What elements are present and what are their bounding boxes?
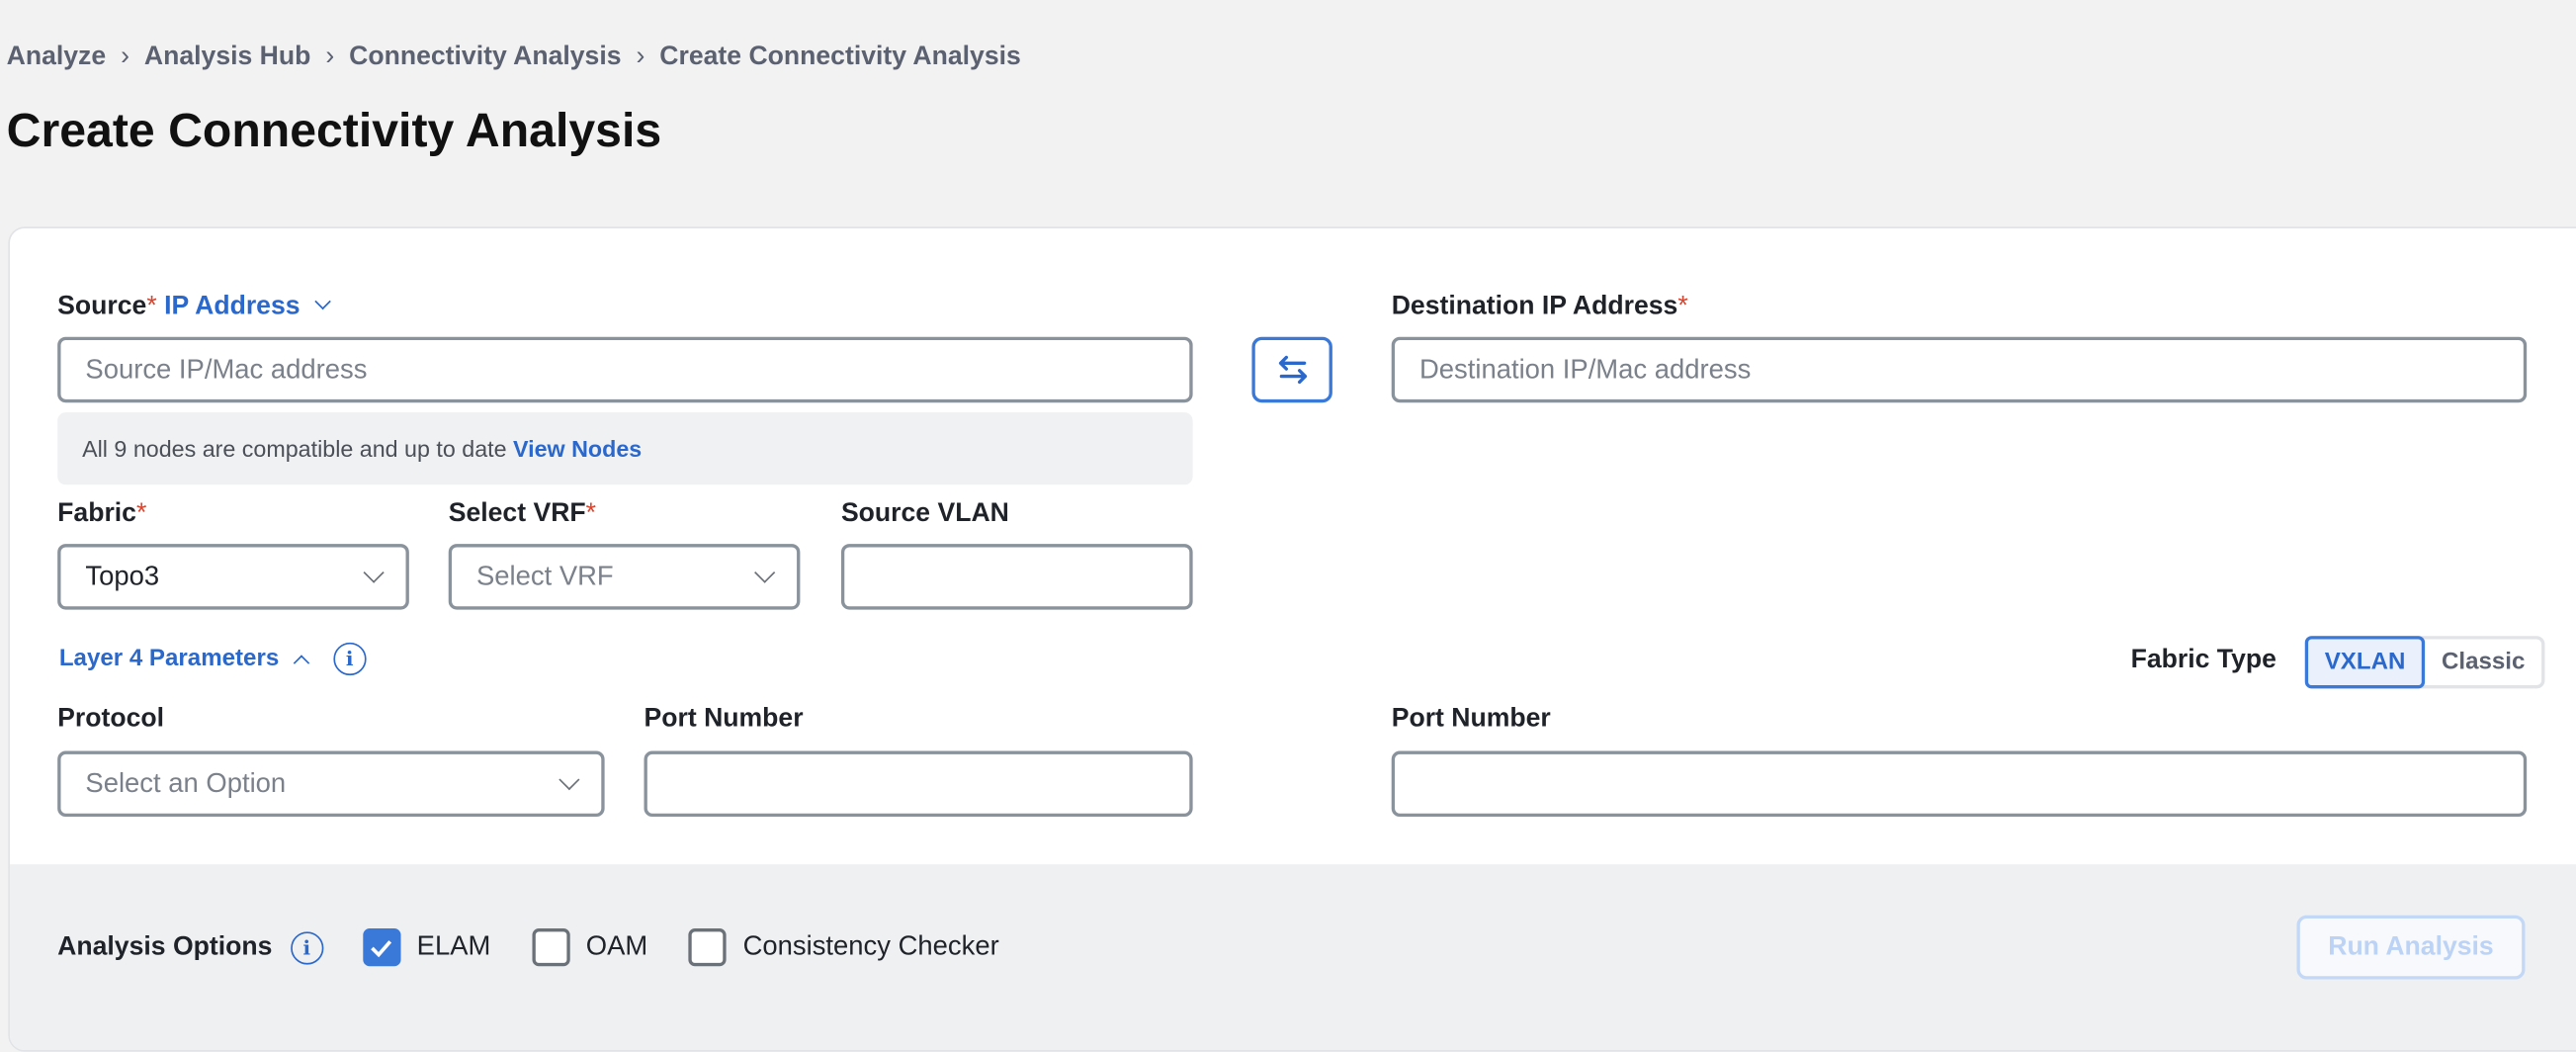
source-vlan-label: Source VLAN	[840, 499, 1009, 528]
protocol-select[interactable]: Select an Option	[57, 750, 605, 818]
source-port-input[interactable]	[644, 750, 1193, 818]
chevron-right-icon: ›	[636, 43, 645, 71]
layer4-toggle[interactable]: Layer 4 Parameters i	[58, 642, 367, 676]
destination-input[interactable]: Destination IP/Mac address	[1391, 336, 2528, 403]
info-icon[interactable]: i	[333, 642, 367, 676]
protocol-label: Protocol	[57, 704, 165, 734]
breadcrumb-current: Create Connectivity Analysis	[659, 43, 1021, 71]
chevron-down-icon	[363, 562, 385, 583]
source-type-dropdown[interactable]: IP Address	[164, 293, 331, 320]
run-analysis-button[interactable]: Run Analysis	[2296, 915, 2526, 980]
info-icon[interactable]: i	[290, 930, 323, 964]
breadcrumb: Analyze › Analysis Hub › Connectivity Anal…	[7, 43, 1021, 72]
fabric-type-vxlan[interactable]: VXLAN	[2304, 636, 2426, 689]
fabric-select[interactable]: Topo3	[57, 544, 409, 610]
checkmark-icon	[371, 939, 392, 957]
fabric-label: Fabric*	[57, 499, 147, 528]
chevron-up-icon	[293, 654, 309, 671]
vrf-label: Select VRF*	[448, 499, 597, 528]
layer4-label: Layer 4 Parameters	[58, 646, 280, 672]
chevron-down-icon	[754, 562, 776, 583]
source-port-label: Port Number	[644, 704, 804, 734]
vrf-select[interactable]: Select VRF	[448, 544, 801, 610]
dest-port-input[interactable]	[1391, 750, 2528, 818]
chevron-right-icon: ›	[121, 43, 129, 71]
analysis-options-label: Analysis Options	[57, 932, 273, 961]
view-nodes-link[interactable]: View Nodes	[513, 435, 642, 462]
swap-button[interactable]	[1251, 336, 1332, 403]
consistency-checker-label: Consistency Checker	[742, 931, 999, 962]
breadcrumb-analyze[interactable]: Analyze	[7, 43, 106, 72]
source-input[interactable]: Source IP/Mac address	[57, 336, 1193, 403]
chevron-right-icon: ›	[325, 43, 335, 71]
source-vlan-input[interactable]	[840, 544, 1193, 610]
breadcrumb-analysis-hub[interactable]: Analysis Hub	[144, 43, 310, 72]
compatibility-info: All 9 nodes are compatible and up to dat…	[57, 412, 1193, 485]
breadcrumb-connectivity-analysis[interactable]: Connectivity Analysis	[349, 43, 621, 72]
fabric-type-classic[interactable]: Classic	[2425, 640, 2541, 686]
dest-port-label: Port Number	[1391, 704, 1551, 734]
elam-checkbox[interactable]	[362, 928, 401, 967]
oam-checkbox[interactable]	[531, 928, 570, 967]
chevron-down-icon	[314, 293, 331, 310]
destination-label: Destination IP Address*	[1391, 292, 1688, 321]
consistency-checker-checkbox[interactable]	[688, 928, 727, 967]
elam-label: ELAM	[416, 931, 491, 962]
info-text: All 9 nodes are compatible and up to dat…	[82, 435, 507, 463]
analysis-options: Analysis Options i ELAM OAM Consistency …	[57, 928, 999, 967]
fabric-type-toggle: VXLAN Classic	[2304, 636, 2545, 689]
chevron-down-icon	[558, 769, 580, 791]
swap-arrows-icon	[1278, 355, 1307, 385]
fabric-type-label: Fabric Type	[2130, 646, 2276, 674]
oam-label: OAM	[585, 931, 648, 962]
source-label: Source* IP Address	[57, 293, 331, 322]
page-title: Create Connectivity Analysis	[6, 105, 662, 158]
